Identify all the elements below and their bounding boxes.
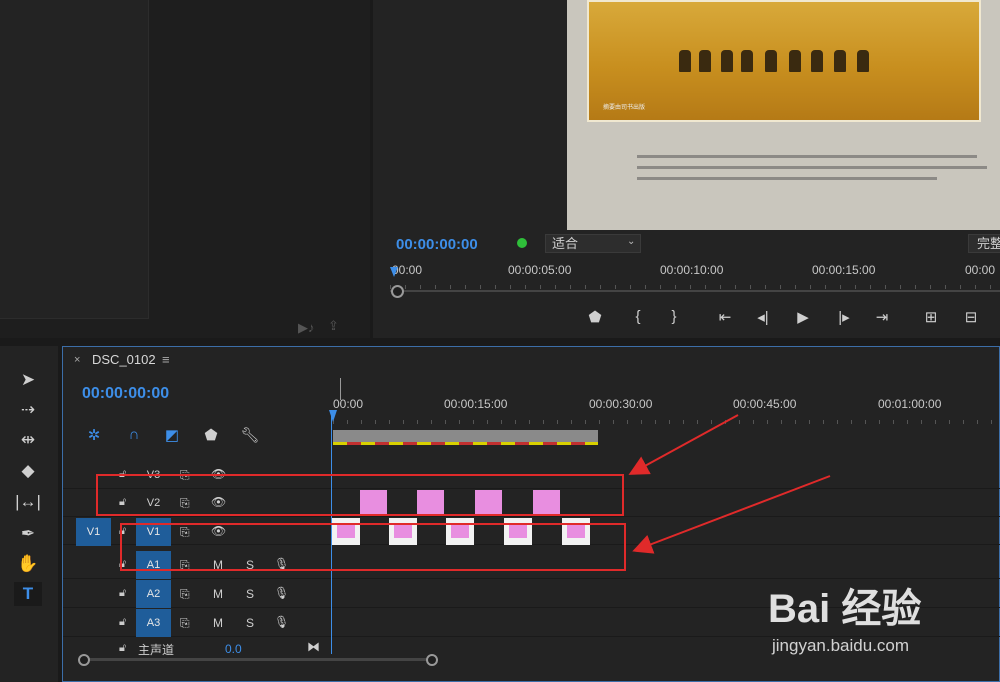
step-back-icon[interactable]: ◂|	[753, 308, 773, 326]
video-preview: 摘要由司书出版	[567, 0, 1000, 230]
chevron-down-icon: ⌄	[627, 236, 636, 247]
timeline-ruler-tick: 00:00	[333, 397, 364, 411]
type-tool-icon[interactable]: T	[14, 582, 42, 606]
annotation-box	[96, 474, 624, 516]
program-ruler-tick: 00:00:10:00	[660, 263, 724, 277]
source-patch-v1[interactable]: V1	[76, 518, 111, 546]
program-ruler-tick: 00:00	[965, 263, 996, 277]
program-ruler-tick: 00:00:05:00	[508, 263, 572, 277]
add-marker-icon[interactable]: ⬟	[201, 426, 221, 444]
slip-tool-icon[interactable]: |↔|	[14, 490, 42, 514]
playback-quality-select[interactable]: 完整	[968, 234, 1000, 253]
timeline-ruler-tick: 00:00:45:00	[733, 397, 797, 411]
sync-lock-icon[interactable]: ⎘	[180, 616, 190, 631]
go-to-in-icon[interactable]: ⇤	[715, 308, 735, 326]
lift-icon[interactable]: ⊞	[921, 308, 941, 326]
extract-icon[interactable]: ⊟	[961, 308, 981, 326]
add-marker-icon[interactable]: ⬟	[585, 308, 605, 326]
baidu-watermark-logo: Bai 经验	[768, 587, 922, 631]
linked-selection-icon[interactable]: ◩	[162, 426, 182, 444]
scrollbar-handle-right[interactable]	[426, 654, 438, 666]
playhead-stem	[340, 378, 341, 400]
scrollbar-handle[interactable]	[391, 285, 404, 298]
timeline-zoom-scrollbar[interactable]	[82, 658, 432, 661]
timeline-timecode[interactable]: 00:00:00:00	[82, 385, 169, 403]
timeline-ruler-tick: 00:00:15:00	[444, 397, 508, 411]
scrollbar-handle-left[interactable]	[78, 654, 90, 666]
track-label-a2[interactable]: A2	[136, 580, 171, 608]
baidu-watermark-url: jingyan.baidu.com	[772, 636, 910, 655]
track-select-tool-icon[interactable]: ⇢	[14, 398, 42, 422]
ripple-edit-tool-icon[interactable]: ⇹	[14, 428, 42, 452]
mute-button[interactable]: M	[213, 616, 223, 630]
timeline-playhead[interactable]	[329, 410, 337, 422]
timeline-ruler-tick: 00:01:00:00	[878, 397, 942, 411]
master-volume-value[interactable]: 0.0	[225, 642, 242, 656]
mark-out-icon[interactable]: }	[664, 308, 684, 325]
nest-toggle-icon[interactable]: ✲	[84, 426, 104, 444]
lock-icon[interactable]: 🔓︎	[119, 616, 126, 629]
lock-icon[interactable]: 🔓︎	[119, 642, 126, 655]
razor-tool-icon[interactable]: ◆	[14, 459, 42, 483]
source-monitor-area	[0, 0, 149, 319]
program-time-ruler[interactable]	[390, 279, 1000, 289]
status-indicator	[517, 238, 527, 248]
program-zoom-scrollbar[interactable]	[390, 290, 1000, 292]
go-to-out-icon[interactable]: ⇥	[872, 308, 892, 326]
snap-icon[interactable]: ∩	[124, 426, 144, 443]
photo-image: 摘要由司书出版	[587, 0, 981, 122]
track-label-a3[interactable]: A3	[136, 609, 171, 637]
mute-button[interactable]: M	[213, 587, 223, 601]
program-playhead[interactable]	[390, 267, 398, 277]
timeline-ruler-tick: 00:00:30:00	[589, 397, 653, 411]
play-icon[interactable]: ▶	[793, 308, 813, 326]
master-track-label: 主声道	[138, 643, 175, 657]
lock-icon[interactable]: 🔓︎	[119, 587, 126, 600]
share-icon[interactable]: ⇪	[328, 318, 339, 334]
panel-menu-icon[interactable]: ≡	[162, 352, 170, 367]
solo-button[interactable]: S	[246, 587, 254, 601]
close-icon[interactable]: ×	[74, 354, 80, 366]
program-ruler-tick: 00:00:15:00	[812, 263, 876, 277]
step-forward-icon[interactable]: |▸	[834, 308, 854, 326]
master-toggle-icon[interactable]: ⧓	[307, 639, 320, 655]
annotation-box	[120, 523, 626, 571]
render-status-bar	[333, 442, 598, 445]
program-timecode[interactable]: 00:00:00:00	[396, 236, 478, 253]
pen-tool-icon[interactable]: ✒	[14, 522, 42, 546]
mark-in-icon[interactable]: {	[628, 308, 648, 325]
annotation-arrows	[628, 414, 831, 554]
sequence-tab[interactable]: DSC_0102	[92, 352, 156, 367]
microphone-icon[interactable]: 🎙︎	[274, 615, 289, 629]
export-frame-icon[interactable]: ▶♪	[298, 320, 315, 336]
solo-button[interactable]: S	[246, 616, 254, 630]
tools-panel: ➤ ⇢ ⇹ ◆ |↔| ✒ ✋ T	[0, 346, 58, 682]
hand-tool-icon[interactable]: ✋	[14, 552, 42, 576]
selection-tool-icon[interactable]: ➤	[14, 368, 42, 392]
photo-caption: 摘要由司书出版	[603, 105, 646, 111]
work-area-bar[interactable]	[333, 430, 598, 442]
wrench-icon[interactable]: 🔧︎	[240, 426, 260, 444]
sync-lock-icon[interactable]: ⎘	[180, 587, 190, 602]
microphone-icon[interactable]: 🎙︎	[274, 586, 289, 600]
